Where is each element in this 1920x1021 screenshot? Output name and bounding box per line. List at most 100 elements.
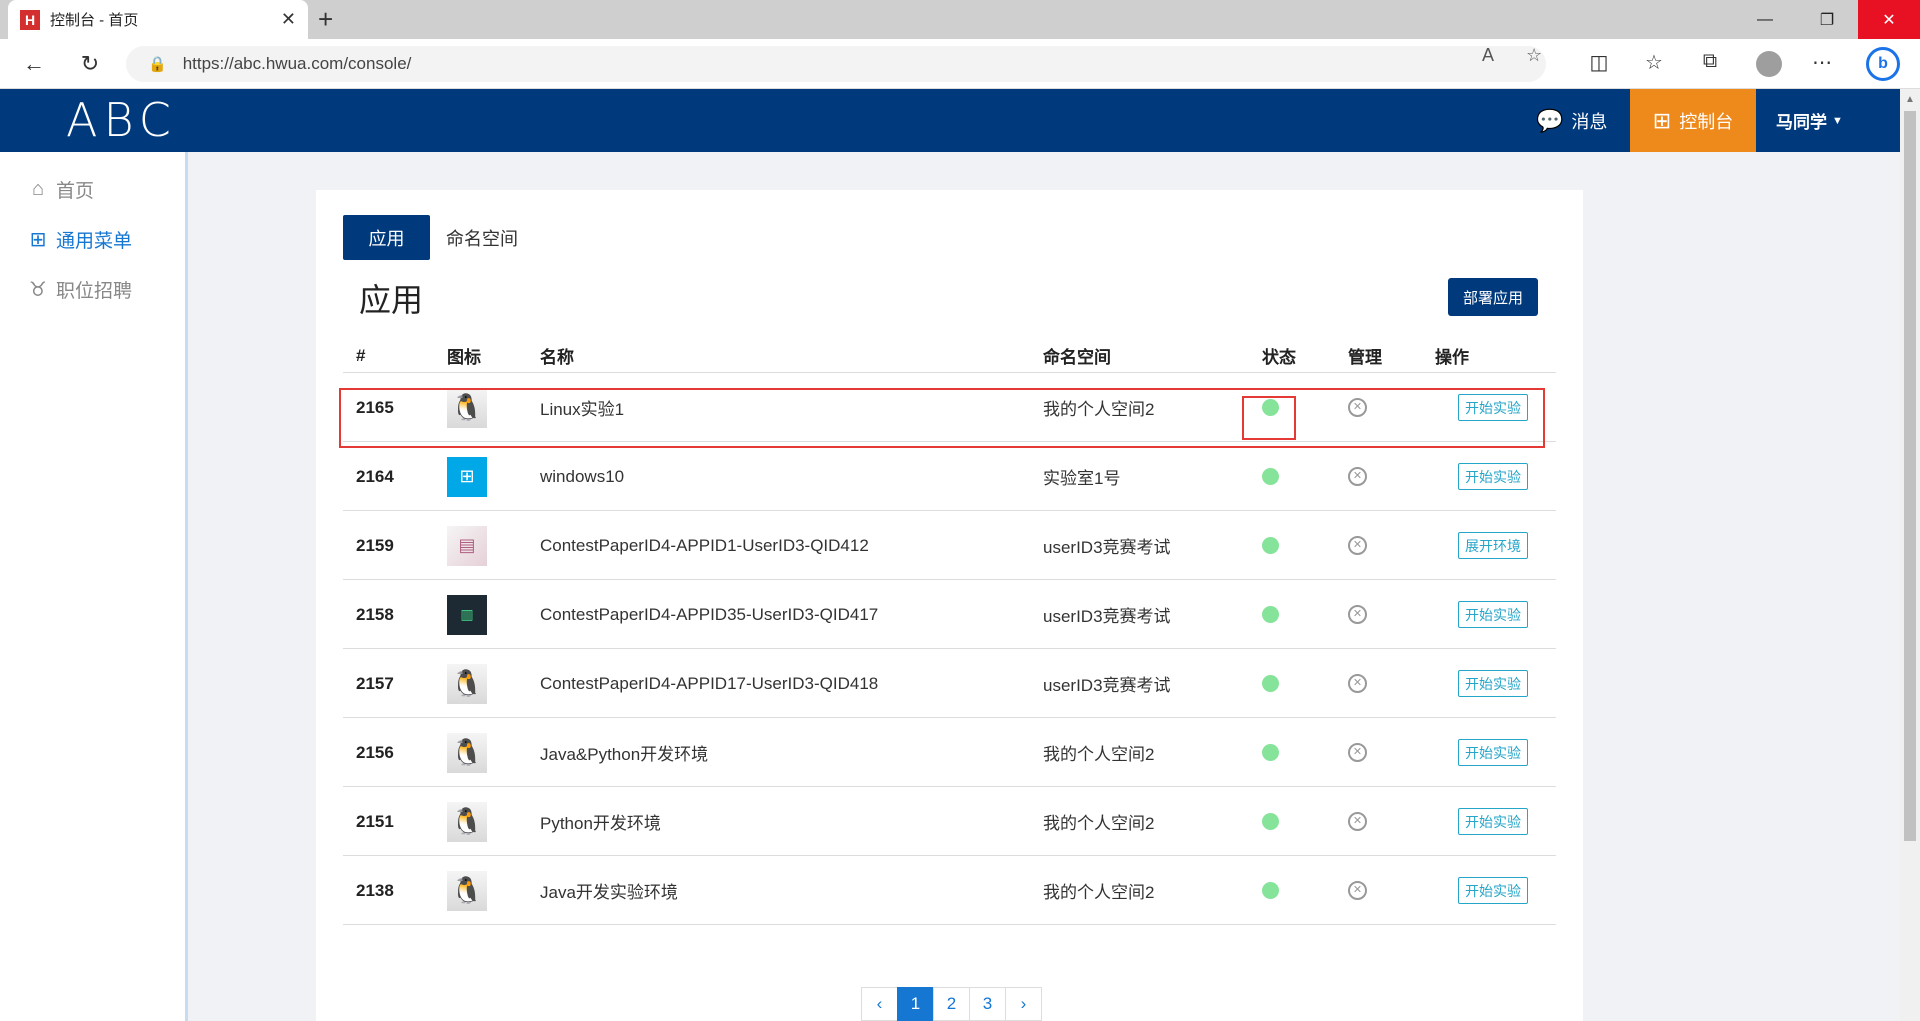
split-screen-icon[interactable]: ◫: [1585, 50, 1613, 75]
manage-cell: ✕: [1348, 856, 1367, 925]
delete-icon[interactable]: ✕: [1348, 674, 1367, 693]
app-icon-cell: ▥: [447, 580, 487, 649]
app-name: ContestPaperID4-APPID17-UserID3-QID418: [540, 673, 879, 693]
highlight-row-box: [339, 388, 1545, 448]
status-cell: [1262, 511, 1279, 580]
app-name: ContestPaperID4-APPID1-UserID3-QID412: [540, 535, 869, 555]
new-tab-icon[interactable]: +: [318, 6, 333, 32]
app-icon-cell: 🐧: [447, 718, 487, 787]
col-name: 名称: [540, 348, 574, 367]
app-name: Java开发实验环境: [540, 883, 678, 902]
start-experiment-button[interactable]: 开始实验: [1458, 739, 1528, 766]
sidebar-item-label: 通用菜单: [56, 230, 133, 252]
grid-icon: ⊞: [29, 228, 47, 251]
app-thumbnail: 🐧: [447, 801, 487, 842]
col-manage: 管理: [1348, 348, 1382, 367]
app-namespace: userID3竞赛考试: [1043, 676, 1171, 695]
window-close-icon[interactable]: ✕: [1858, 0, 1920, 39]
logo[interactable]: ABC: [66, 97, 177, 143]
profile-avatar[interactable]: [1756, 51, 1782, 77]
app-table-body: 2165 🐧 Linux实验1 我的个人空间2 ✕ 开始实验 2164 ⊞ windows10 实…: [343, 373, 1556, 925]
manage-cell: ✕: [1348, 787, 1367, 856]
app-thumbnail: 🐧: [447, 732, 487, 773]
start-experiment-button[interactable]: 开始实验: [1458, 463, 1528, 490]
tab-title: 控制台 - 首页: [50, 12, 139, 29]
status-dot-icon: [1262, 813, 1279, 830]
favorites-icon[interactable]: ☆: [1640, 50, 1668, 75]
close-tab-icon[interactable]: ✕: [281, 9, 296, 30]
sidebar-item-jobs[interactable]: ♉ 职位招聘: [24, 274, 132, 304]
start-experiment-button[interactable]: 开始实验: [1458, 601, 1528, 628]
app-id: 2156: [356, 742, 394, 762]
tab-apps[interactable]: 应用: [343, 215, 430, 260]
delete-icon[interactable]: ✕: [1348, 881, 1367, 900]
collections-icon[interactable]: ⧉: [1696, 50, 1724, 73]
address-bar: ← ↻ 🔒 https://abc.hwua.com/console/ A ☆ …: [0, 39, 1920, 89]
console-link[interactable]: ⊞ 控制台: [1630, 89, 1756, 152]
app-thumbnail: ▤: [447, 525, 487, 566]
app-namespace: 我的个人空间2: [1043, 814, 1155, 833]
col-namespace: 命名空间: [1043, 348, 1111, 367]
page-scrollbar[interactable]: ▲: [1900, 89, 1920, 1021]
delete-icon[interactable]: ✕: [1348, 536, 1367, 555]
status-cell: [1262, 856, 1279, 925]
chevron-down-icon: ▼: [1832, 114, 1843, 127]
url-field[interactable]: 🔒 https://abc.hwua.com/console/: [126, 46, 1546, 82]
action-cell: 开始实验: [1458, 856, 1528, 925]
app-icon-cell: 🐧: [447, 649, 487, 718]
more-icon[interactable]: ⋯: [1808, 50, 1836, 75]
console-label: 控制台: [1679, 111, 1734, 132]
action-cell: 开始实验: [1458, 787, 1528, 856]
action-cell: 展开环境: [1458, 511, 1528, 580]
manage-cell: ✕: [1348, 718, 1367, 787]
scroll-thumb[interactable]: [1904, 111, 1916, 841]
prev-page-button[interactable]: ‹: [861, 987, 898, 1021]
page-3-button[interactable]: 3: [969, 987, 1006, 1021]
deploy-app-button[interactable]: 部署应用: [1448, 278, 1538, 316]
start-experiment-button[interactable]: 展开环境: [1458, 532, 1528, 559]
app-thumbnail: ⊞: [447, 456, 487, 497]
table-row: 2159 ▤ ContestPaperID4-APPID1-UserID3-QID4…: [343, 511, 1556, 580]
status-dot-icon: [1262, 468, 1279, 485]
user-menu[interactable]: 马同学 ▼: [1776, 89, 1843, 152]
sidebar-item-general-menu[interactable]: ⊞ 通用菜单: [24, 224, 132, 254]
back-icon[interactable]: ←: [20, 50, 48, 78]
bing-icon[interactable]: b: [1866, 47, 1900, 81]
start-experiment-button[interactable]: 开始实验: [1458, 670, 1528, 697]
delete-icon[interactable]: ✕: [1348, 812, 1367, 831]
favorite-add-icon[interactable]: ☆: [1526, 45, 1542, 66]
delete-icon[interactable]: ✕: [1348, 743, 1367, 762]
minimize-icon[interactable]: —: [1734, 0, 1796, 39]
restore-icon[interactable]: ❐: [1796, 0, 1858, 39]
sidebar-item-home[interactable]: ⌂ 首页: [24, 174, 94, 204]
tab-namespaces[interactable]: 命名空间: [446, 215, 518, 260]
delete-icon[interactable]: ✕: [1348, 467, 1367, 486]
page-1-button[interactable]: 1: [897, 987, 934, 1021]
read-aloud-icon[interactable]: A: [1482, 45, 1494, 66]
browser-tab[interactable]: H 控制台 - 首页 ✕: [8, 0, 308, 39]
scroll-up-icon[interactable]: ▲: [1905, 94, 1915, 105]
app-namespace: userID3竞赛考试: [1043, 538, 1171, 557]
status-cell: [1262, 787, 1279, 856]
col-status: 状态: [1262, 348, 1296, 367]
user-name: 马同学: [1776, 113, 1827, 132]
sidebar-item-label: 首页: [56, 180, 95, 202]
col-id: #: [356, 345, 366, 365]
status-cell: [1262, 580, 1279, 649]
table-row: 2164 ⊞ windows10 实验室1号 ✕ 开始实验: [343, 442, 1556, 511]
app-icon-cell: 🐧: [447, 787, 487, 856]
manage-cell: ✕: [1348, 442, 1367, 511]
grid-icon: ⊞: [1652, 107, 1672, 133]
start-experiment-button[interactable]: 开始实验: [1458, 808, 1528, 835]
tie-icon: ♉: [29, 278, 47, 301]
status-cell: [1262, 649, 1279, 718]
action-cell: 开始实验: [1458, 580, 1528, 649]
delete-icon[interactable]: ✕: [1348, 605, 1367, 624]
refresh-icon[interactable]: ↻: [76, 50, 104, 78]
messages-label: 消息: [1571, 111, 1608, 132]
start-experiment-button[interactable]: 开始实验: [1458, 877, 1528, 904]
pagination: ‹ 1 2 3 ›: [861, 987, 1042, 1021]
next-page-button[interactable]: ›: [1005, 987, 1042, 1021]
page-2-button[interactable]: 2: [933, 987, 970, 1021]
messages-link[interactable]: 💬 消息: [1536, 89, 1607, 152]
